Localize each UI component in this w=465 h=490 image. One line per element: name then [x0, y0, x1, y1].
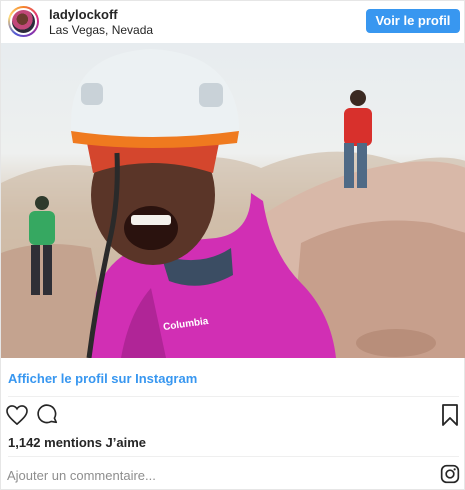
avatar[interactable]	[8, 6, 39, 37]
comment-bubble-icon[interactable]	[37, 404, 59, 431]
user-info: ladylockoff Las Vegas, Nevada	[49, 7, 153, 38]
avatar-image	[10, 8, 37, 35]
embed-card: ladylockoff Las Vegas, Nevada Voir le pr…	[0, 0, 465, 490]
view-profile-link[interactable]: Afficher le profil sur Instagram	[8, 371, 197, 386]
view-profile-button[interactable]: Voir le profil	[366, 9, 460, 33]
divider	[8, 396, 459, 397]
post-header: ladylockoff Las Vegas, Nevada Voir le pr…	[1, 1, 465, 42]
comment-input[interactable]	[7, 466, 307, 484]
post-photo[interactable]: Columbia	[1, 43, 465, 358]
instagram-logo-icon[interactable]	[440, 464, 460, 489]
photo-illustration	[1, 49, 465, 358]
likes-count[interactable]: 1,142 mentions J’aime	[8, 435, 146, 450]
bookmark-icon[interactable]	[441, 404, 459, 431]
heart-icon[interactable]	[6, 405, 28, 430]
username[interactable]: ladylockoff	[49, 7, 153, 22]
divider	[8, 456, 459, 457]
location[interactable]: Las Vegas, Nevada	[49, 23, 153, 38]
